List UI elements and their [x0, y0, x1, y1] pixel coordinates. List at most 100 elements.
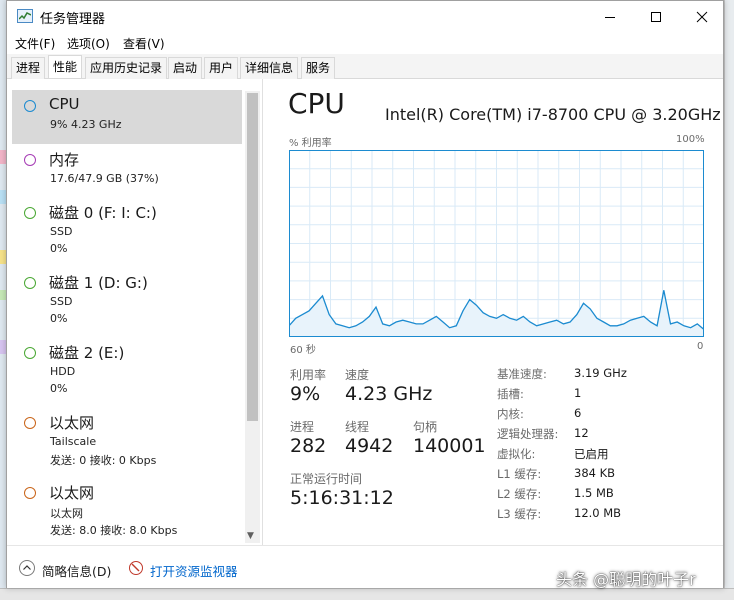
menu-file[interactable]: 文件(F) — [15, 35, 55, 52]
resource-item-cpu[interactable]: CPU 9% 4.23 GHz — [12, 90, 242, 144]
l3-cache-value: 12.0 MB — [574, 506, 622, 520]
resource-list: CPU 9% 4.23 GHz 内存 17.6/47.9 GB (37%) 磁盘… — [12, 87, 250, 545]
graph-max-label: 100% — [676, 134, 705, 145]
virtualization-value: 已启用 — [574, 447, 609, 461]
handles-label: 句柄 — [413, 420, 438, 434]
cores-value: 6 — [574, 406, 582, 420]
virtualization-label: 虚拟化: — [497, 447, 536, 461]
tab-performance[interactable]: 性能 — [48, 55, 83, 78]
utilization-value: 9% — [290, 383, 321, 405]
graph-time-span: 60 秒 — [290, 345, 316, 356]
resource-type: HDD — [50, 365, 76, 378]
resource-title: 磁盘 2 (E:) — [49, 344, 125, 362]
threads-label: 线程 — [345, 420, 370, 434]
maximize-button[interactable] — [633, 1, 679, 32]
window-title: 任务管理器 — [40, 12, 106, 27]
resource-item-ethernet-tailscale[interactable]: 以太网 Tailscale 发送: 0 接收: 0 Kbps — [12, 407, 242, 469]
menu-view[interactable]: 查看(V) — [123, 35, 165, 52]
resource-title: 磁盘 1 (D: G:) — [49, 274, 148, 292]
resource-title: 以太网 — [49, 414, 95, 432]
resource-usage: 0% — [50, 242, 68, 255]
handles-value: 140001 — [413, 435, 486, 457]
open-resource-monitor-link[interactable]: 打开资源监视器 — [150, 561, 238, 580]
minimize-button[interactable] — [587, 1, 633, 32]
cores-label: 内核: — [497, 407, 524, 421]
disk-graph-icon — [24, 207, 36, 219]
logical-processors-label: 逻辑处理器: — [497, 427, 559, 441]
resource-usage: 0% — [50, 312, 68, 325]
tab-details[interactable]: 详细信息 — [240, 57, 299, 79]
resource-adapter: Tailscale — [50, 435, 97, 448]
l1-cache-label: L1 缓存: — [497, 467, 542, 481]
resource-adapter: 以太网 — [50, 507, 83, 520]
tab-processes[interactable]: 进程 — [11, 57, 46, 79]
resource-detail: 9% 4.23 GHz — [50, 118, 122, 131]
resource-item-disk-0[interactable]: 磁盘 0 (F: I: C:) SSD 0% — [12, 197, 242, 259]
speed-value: 4.23 GHz — [345, 383, 433, 405]
uptime-label: 正常运行时间 — [290, 472, 363, 486]
resource-item-disk-1[interactable]: 磁盘 1 (D: G:) SSD 0% — [12, 267, 242, 329]
graph-grid — [289, 150, 704, 337]
cpu-model-name: Intel(R) Core(TM) i7-8700 CPU @ 3.20GHz — [385, 105, 721, 124]
collapse-chevron-icon[interactable] — [19, 560, 35, 576]
resource-usage: 0% — [50, 382, 68, 395]
tab-services[interactable]: 服务 — [301, 57, 336, 79]
close-button[interactable] — [679, 1, 725, 32]
panel-divider — [262, 79, 263, 545]
graph-axis-label: % 利用率 — [289, 138, 332, 149]
watermark-text: 头条 @聪明的叶子r — [556, 570, 696, 589]
resource-throughput: 发送: 0 接收: 0 Kbps — [50, 454, 157, 467]
task-manager-app-icon — [17, 9, 33, 23]
menu-options[interactable]: 选项(O) — [67, 35, 110, 52]
speed-label: 速度 — [345, 368, 370, 382]
resource-list-scrollbar[interactable]: ▼ — [245, 91, 260, 543]
scrollbar-thumb[interactable] — [247, 93, 258, 421]
cpu-graph-icon — [24, 100, 36, 112]
fewer-details-button[interactable]: 简略信息(D) — [42, 561, 111, 580]
l3-cache-label: L3 缓存: — [497, 507, 542, 521]
performance-panel: CPU 9% 4.23 GHz 内存 17.6/47.9 GB (37%) 磁盘… — [7, 79, 723, 545]
l1-cache-value: 384 KB — [574, 466, 616, 480]
cpu-utilization-graph — [289, 150, 704, 337]
tab-bar: 进程 性能 应用历史记录 启动 用户 详细信息 服务 — [7, 54, 723, 79]
base-speed-value: 3.19 GHz — [574, 366, 627, 380]
ethernet-graph-icon — [24, 487, 36, 499]
resource-item-ethernet[interactable]: 以太网 以太网 发送: 8.0 接收: 8.0 Kbps — [12, 477, 242, 539]
resource-title: 内存 — [49, 151, 80, 169]
uptime-value: 5:16:31:12 — [290, 487, 394, 509]
resource-monitor-icon[interactable] — [129, 561, 143, 575]
maximize-icon — [651, 11, 661, 22]
resource-type: SSD — [50, 225, 73, 238]
background-window-right — [724, 0, 734, 600]
graph-min-label: 0 — [697, 341, 704, 352]
resource-item-disk-2[interactable]: 磁盘 2 (E:) HDD 0% — [12, 337, 242, 399]
utilization-label: 利用率 — [290, 368, 327, 382]
resource-title: 以太网 — [49, 484, 95, 502]
scroll-down-arrow-icon[interactable]: ▼ — [247, 531, 254, 541]
resource-title: 磁盘 0 (F: I: C:) — [49, 204, 157, 222]
processes-value: 282 — [290, 435, 327, 457]
base-speed-label: 基准速度: — [497, 367, 547, 381]
processes-label: 进程 — [290, 420, 315, 434]
l2-cache-value: 1.5 MB — [574, 486, 614, 500]
menu-bar: 文件(F) 选项(O) 查看(V) — [7, 32, 723, 54]
disk-graph-icon — [24, 347, 36, 359]
close-icon — [696, 11, 708, 22]
tab-app-history[interactable]: 应用历史记录 — [85, 57, 168, 79]
memory-graph-icon — [24, 154, 36, 166]
ethernet-graph-icon — [24, 417, 36, 429]
resource-throughput: 发送: 8.0 接收: 8.0 Kbps — [50, 524, 178, 537]
disk-graph-icon — [24, 277, 36, 289]
resource-detail: 17.6/47.9 GB (37%) — [50, 172, 159, 185]
resource-title: CPU — [49, 95, 80, 113]
cpu-heading: CPU — [288, 87, 345, 120]
threads-value: 4942 — [345, 435, 394, 457]
tab-users[interactable]: 用户 — [204, 57, 239, 79]
l2-cache-label: L2 缓存: — [497, 487, 542, 501]
minimize-icon — [605, 16, 615, 18]
sockets-value: 1 — [574, 386, 582, 400]
resource-type: SSD — [50, 295, 73, 308]
title-bar[interactable]: 任务管理器 — [7, 1, 723, 32]
logical-processors-value: 12 — [574, 426, 589, 440]
tab-startup[interactable]: 启动 — [168, 57, 203, 79]
